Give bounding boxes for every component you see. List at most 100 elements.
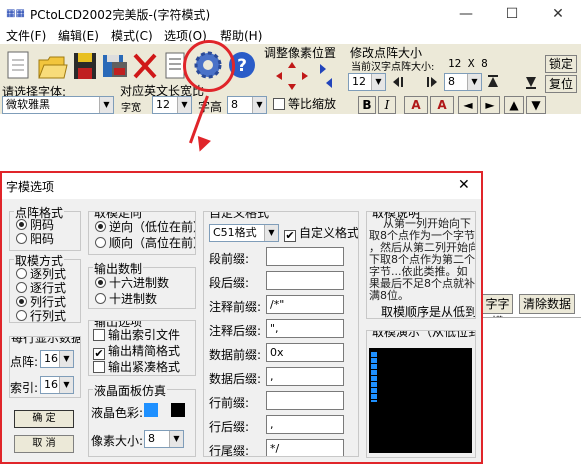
line-prefix-input[interactable]	[266, 391, 344, 410]
window-title: PCtoLCD2002完美版-(字符模式)	[30, 8, 211, 22]
highlight-circle	[183, 40, 235, 92]
pixel-size-select[interactable]: 8 ▼	[144, 430, 184, 448]
line-suffix-input[interactable]: ,	[266, 415, 344, 434]
adjust-pixel-label: 调整像素位置	[264, 46, 337, 60]
radio-positive-code[interactable]: 阳码	[16, 232, 54, 246]
dialog-title-bar: 字模选项 ✕	[2, 173, 481, 199]
output-text-area[interactable]	[483, 317, 581, 467]
lcd-foreground-color-swatch[interactable]	[144, 403, 158, 417]
comment-prefix-input[interactable]: /*"	[266, 295, 344, 314]
checkbox-output-tight-format[interactable]: 输出紧凑格式	[93, 360, 180, 374]
title-bar: ▦▦ PCtoLCD2002完美版-(字符模式) — ☐ ✕	[0, 0, 581, 28]
pixel-size-label: 像素大小:	[91, 434, 144, 448]
checkbox-custom-format[interactable]: ✔ 自定义格式	[284, 226, 358, 242]
cancel-button[interactable]: 取 消	[14, 435, 74, 453]
index-count-select[interactable]: 16 ▼	[40, 376, 74, 394]
demo-preview-screen	[369, 348, 472, 453]
pixel-shift-arrows[interactable]	[272, 60, 338, 92]
delete-x-icon[interactable]	[130, 48, 162, 84]
checkbox-output-compact-format[interactable]: ✔ 输出精简格式	[93, 344, 180, 360]
generate-font-button[interactable]: 字字模	[483, 294, 513, 329]
dialog-title: 字模选项	[6, 180, 55, 194]
lcd-color-label: 液晶色彩:	[91, 406, 144, 420]
current-size-value: 12 X 8	[448, 57, 488, 70]
save-as-icon[interactable]	[100, 48, 132, 84]
line-end-input[interactable]: */	[266, 439, 344, 456]
radio-column-wise[interactable]: 逐列式	[16, 267, 66, 281]
data-suffix-input[interactable]: ,	[266, 367, 344, 386]
restore-button[interactable]: 复位	[545, 75, 577, 93]
move-left-button[interactable]: ◄	[458, 96, 478, 114]
font-select[interactable]: 微软雅黑 ▼	[2, 96, 114, 114]
output-base-group: 输出数制 十六进制数 十进制数	[88, 260, 196, 309]
move-right-button[interactable]: ►	[480, 96, 500, 114]
radio-negative-code[interactable]: 阴码	[16, 218, 54, 232]
demo-lit-pixels	[371, 352, 377, 402]
font-options-dialog: 字模选项 ✕ 点阵格式 阴码 阳码 取模方式 逐列式 逐行式 列行式 行列式 每…	[0, 171, 483, 464]
menu-bar: 文件(F) 编辑(E) 模式(C) 选项(O) 帮助(H)	[0, 27, 581, 45]
explain-group: 取模说明 从第一列开始向下 取8个点作为一个字节 ，然后从第二列开始向 下取8个…	[366, 211, 476, 319]
dialog-close-button[interactable]: ✕	[458, 177, 470, 193]
radio-row-column[interactable]: 行列式	[16, 309, 66, 323]
italic-button[interactable]: I	[378, 96, 396, 114]
height-spin[interactable]: 8 ▼	[444, 73, 482, 91]
minimize-button[interactable]: —	[443, 0, 489, 28]
lcd-panel-group: 液晶面板仿真 液晶色彩: 像素大小: 8 ▼	[88, 382, 196, 457]
lcd-panel-legend: 液晶面板仿真	[93, 382, 168, 399]
open-folder-icon[interactable]	[36, 48, 68, 84]
char-width-label: 字宽	[121, 103, 141, 114]
segment-suffix-label: 段后缀:	[209, 276, 250, 290]
close-button[interactable]: ✕	[535, 0, 581, 28]
menu-edit[interactable]: 编辑(E)	[58, 27, 99, 45]
bold-button[interactable]: B	[358, 96, 376, 114]
output-options-group: 输出选项 输出索引文件 ✔ 输出精简格式 输出紧凑格式	[88, 320, 196, 376]
radio-row-wise[interactable]: 逐行式	[16, 281, 66, 295]
line-suffix-label: 行后缀:	[209, 420, 250, 434]
radio-decimal[interactable]: 十进制数	[95, 292, 157, 306]
new-file-icon[interactable]	[4, 48, 36, 84]
move-up-button[interactable]: ▲	[504, 96, 524, 114]
clear-data-button[interactable]: 清除数据	[519, 294, 575, 314]
menu-help[interactable]: 帮助(H)	[220, 27, 262, 45]
menu-file[interactable]: 文件(F)	[6, 27, 46, 45]
take-order-label: 取模顺序是从低到高	[381, 305, 476, 319]
custom-format-legend: 自定义格式	[208, 212, 271, 221]
radio-column-row[interactable]: 列行式	[16, 295, 66, 309]
demo-legend: 取模演示（从低位到高位）	[371, 331, 475, 340]
font-size-decrease-button[interactable]: A	[430, 96, 454, 114]
dot-count-select[interactable]: 16 ▼	[40, 350, 74, 368]
menu-mode[interactable]: 模式(C)	[111, 27, 153, 45]
checkbox-output-index[interactable]: 输出索引文件	[93, 328, 180, 342]
char-width-select[interactable]: 12 ▼	[152, 96, 192, 114]
data-suffix-label: 数据后缀:	[209, 372, 262, 386]
comment-prefix-label: 注释前缀:	[209, 300, 262, 314]
char-height-select[interactable]: 8 ▼	[227, 96, 267, 114]
line-end-label: 行尾缀:	[209, 444, 250, 457]
dot-count-label: 点阵:	[10, 355, 39, 369]
segment-prefix-input[interactable]	[266, 247, 344, 266]
comment-suffix-label: 注释后缀:	[209, 324, 262, 338]
font-size-increase-button[interactable]: A	[404, 96, 428, 114]
width-spin[interactable]: 12 ▼	[348, 73, 386, 91]
comment-suffix-input[interactable]: ",	[266, 319, 344, 338]
height-adjust-arrows[interactable]	[485, 74, 541, 90]
svg-text:?: ?	[237, 56, 247, 76]
segment-suffix-input[interactable]	[266, 271, 344, 290]
radio-hex[interactable]: 十六进制数	[95, 276, 169, 290]
direction-group: 取模走向 逆向（低位在前） 顺向（高位在前）	[88, 211, 196, 255]
save-disk-icon[interactable]	[70, 48, 102, 84]
maximize-button[interactable]: ☐	[489, 0, 535, 28]
per-line-legend: 每行显示数据	[10, 337, 80, 346]
demo-group: 取模演示（从低位到高位）	[366, 330, 476, 458]
proportional-checkbox[interactable]: 等比缩放	[273, 97, 336, 111]
radio-reverse-direction[interactable]: 逆向（低位在前）	[95, 220, 195, 234]
lcd-background-color-swatch[interactable]	[171, 403, 185, 417]
radio-forward-direction[interactable]: 顺向（高位在前）	[95, 236, 195, 250]
data-prefix-input[interactable]: 0x	[266, 343, 344, 362]
format-select[interactable]: C51格式 ▼	[209, 224, 279, 242]
move-down-button[interactable]: ▼	[526, 96, 546, 114]
width-adjust-arrows[interactable]	[389, 74, 441, 90]
lock-button[interactable]: 锁定	[545, 55, 577, 73]
ok-button[interactable]: 确 定	[14, 410, 74, 428]
data-prefix-label: 数据前缀:	[209, 348, 262, 362]
